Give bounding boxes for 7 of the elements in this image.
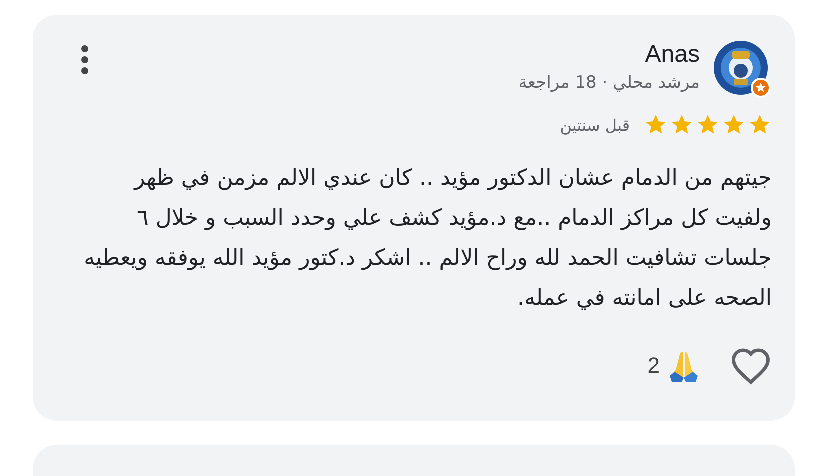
author-name[interactable]: Anas xyxy=(645,41,700,69)
review-text: جيتهم من الدمام عشان الدكتور مؤيد .. كان عندي الالم مزمن في ظهر ولفيت كل مراكز الدمام ..مع د.مؤيد كشف علي وحدد السبب و خلال ٦ جلسات تشافيت الحمد لله وراح الالم .. اشكر د.كتور مؤيد الله يوفقه ويعطيه الصحه على امانته في عمله. xyxy=(83,165,772,313)
review-time: قبل سنتين xyxy=(560,116,630,134)
author-info: مرشد محلي · 18 مراجعة xyxy=(518,73,700,93)
reaction-button[interactable]: 2 xyxy=(648,348,702,384)
more-options-icon[interactable] xyxy=(81,45,89,75)
like-button[interactable] xyxy=(730,347,772,385)
